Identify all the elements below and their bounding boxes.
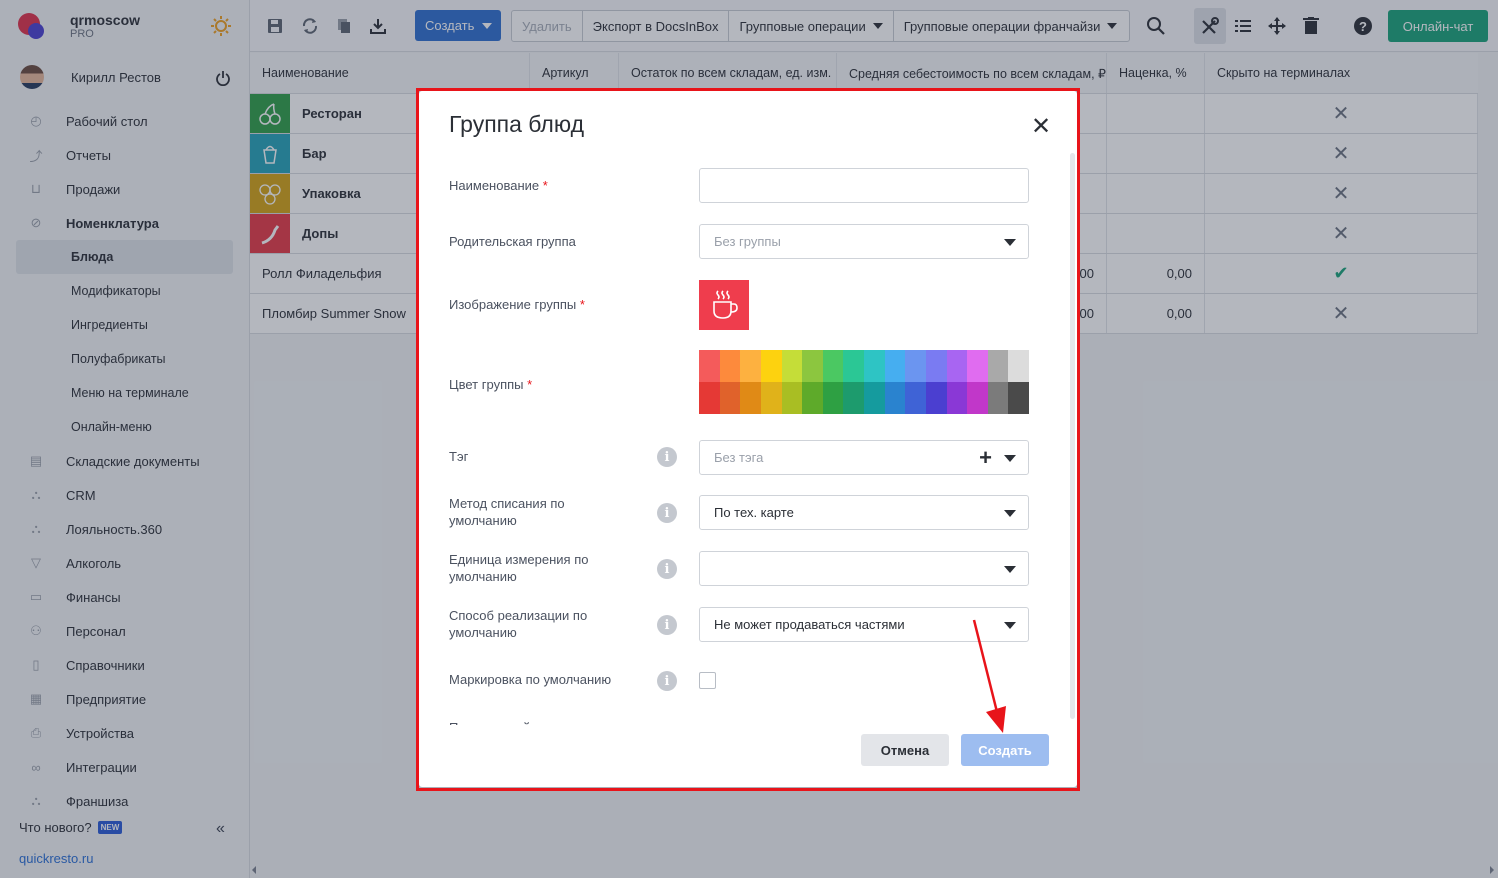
highlight-frame <box>416 88 1080 791</box>
